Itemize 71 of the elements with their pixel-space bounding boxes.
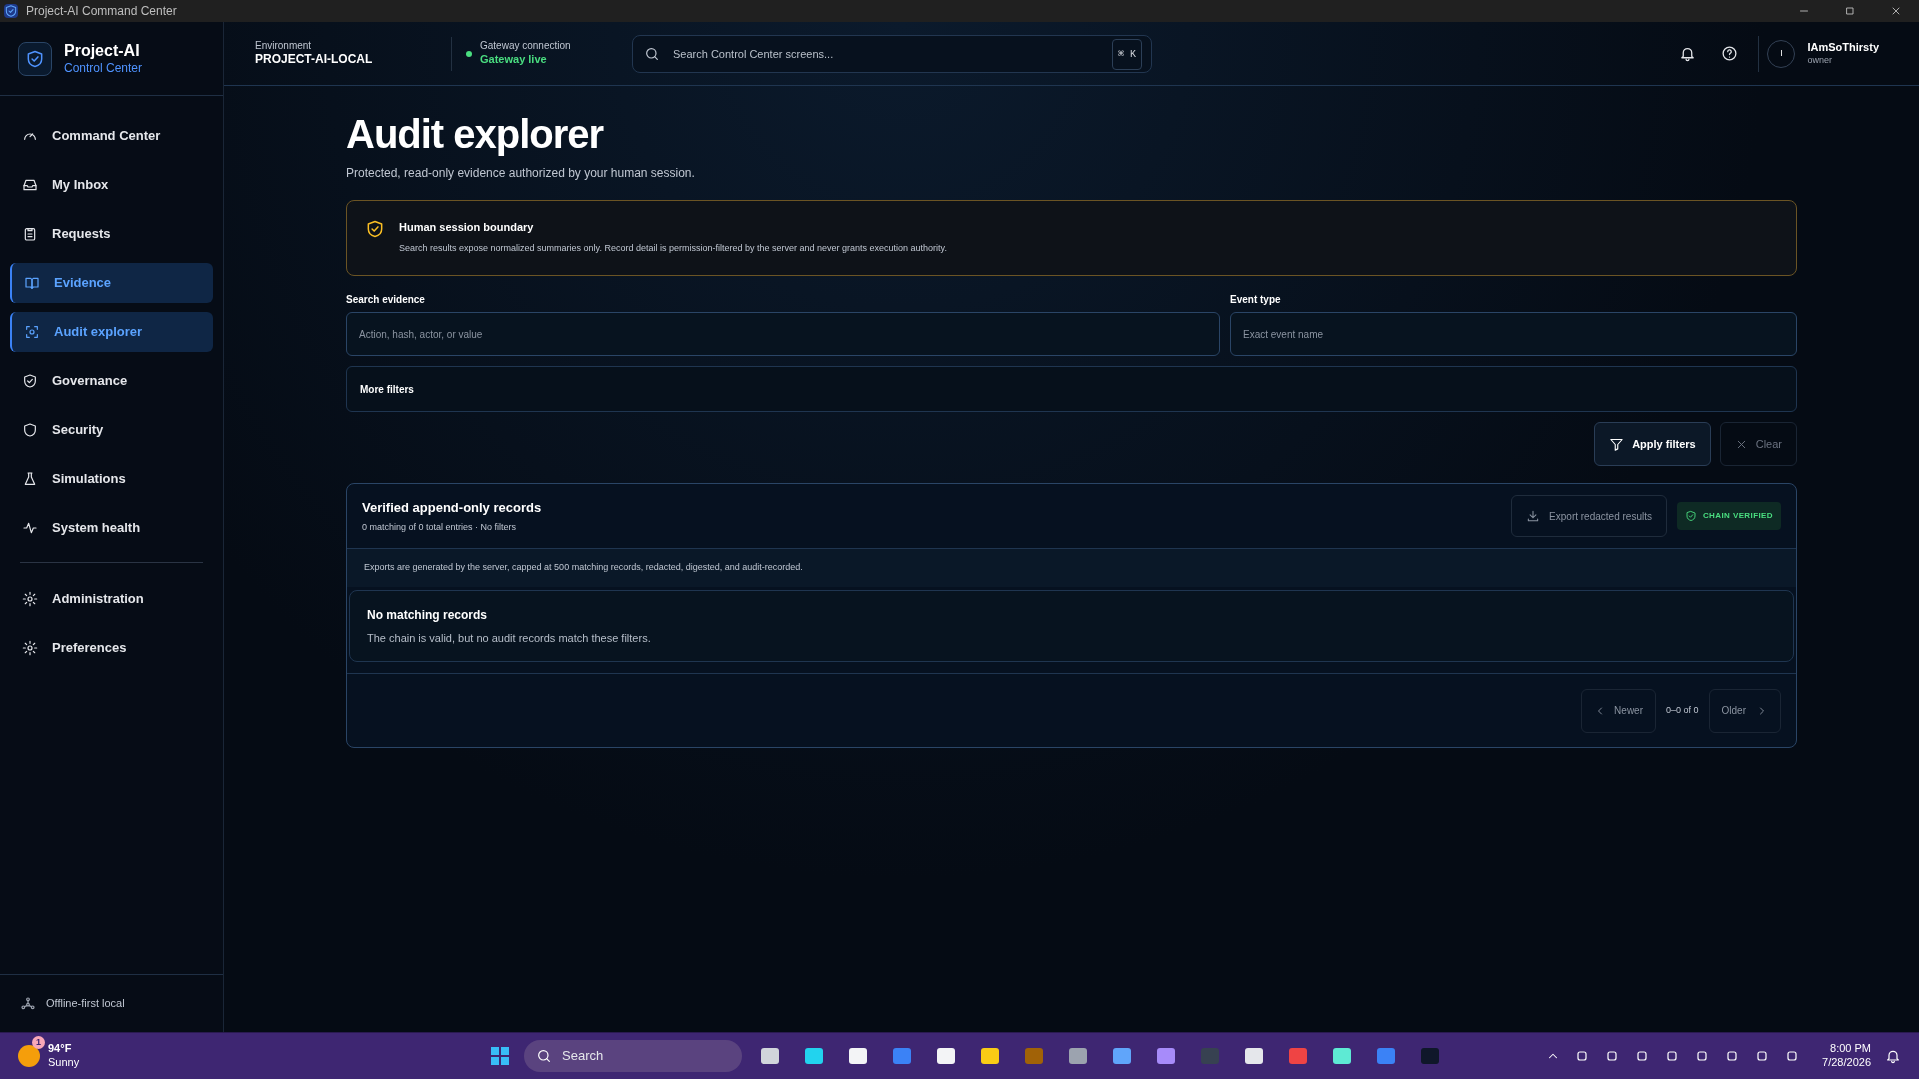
brand-name: Project-AI (64, 41, 141, 61)
bell-icon (1679, 45, 1696, 62)
footer-status: Offline-first local (46, 996, 125, 1012)
clock-date: 7/28/2026 (1822, 1056, 1871, 1070)
sidebar-item[interactable]: Simulations (10, 459, 213, 499)
chain-verified-badge: CHAIN VERIFIED (1676, 502, 1781, 530)
empty-title: No matching records (367, 606, 489, 624)
sun-icon (18, 1045, 40, 1067)
bell-icon (1885, 1048, 1901, 1064)
sidebar-item[interactable]: Security (10, 410, 213, 450)
window-title: Project-AI Command Center (26, 3, 177, 20)
brand-subtitle: Control Center (64, 61, 143, 76)
field-label: Search evidence (346, 293, 426, 307)
user-role: owner (1807, 54, 1833, 66)
shield-check-icon (365, 219, 385, 239)
clear-button[interactable]: Clear (1719, 422, 1797, 466)
sidebar-item[interactable]: Evidence (10, 263, 213, 303)
maximize-icon (1844, 5, 1856, 17)
clipboard-icon (22, 226, 38, 242)
temperature: 94°F (48, 1042, 73, 1056)
weather-condition: Sunny (48, 1056, 80, 1070)
input-field[interactable]: Action, hash, actor, or value (346, 312, 1220, 356)
gateway-label: Gateway connection (480, 40, 571, 53)
flask-icon (22, 471, 38, 487)
input-field[interactable]: Exact event name (1230, 312, 1797, 356)
search-icon (644, 45, 660, 62)
sidebar-item[interactable]: My Inbox (10, 165, 213, 205)
older-button[interactable]: Older (1708, 688, 1781, 733)
download-icon (1526, 509, 1541, 523)
notice-title: Human session boundary (399, 220, 535, 235)
book-icon (24, 275, 40, 291)
newer-button[interactable]: Newer (1581, 688, 1656, 733)
scan-icon (24, 324, 40, 340)
sidebar-item[interactable]: Command Center (10, 116, 213, 156)
shortcut-key: ⌘ K (1111, 38, 1142, 70)
export-button[interactable]: Export redacted results (1511, 495, 1667, 537)
notification-badge: 1 (32, 1036, 45, 1050)
pulse-icon (22, 520, 38, 536)
gateway-status: Gateway live (480, 52, 548, 67)
shield-check-icon (25, 48, 45, 69)
close-icon (1890, 5, 1902, 17)
clock-time: 8:00 PM (1830, 1042, 1871, 1056)
more-filters-toggle[interactable]: More filters (346, 366, 1797, 412)
records-title: Verified append-only records (362, 498, 542, 517)
help-icon (1721, 45, 1738, 62)
environment-label: Environment (255, 39, 313, 53)
apply-filters-button[interactable]: Apply filters (1594, 422, 1711, 466)
field-label: Event type (1230, 293, 1282, 307)
environment-name: PROJECT-AI-LOCAL (255, 52, 374, 68)
user-name: IAmSoThirsty (1807, 41, 1879, 55)
sidebar-item[interactable]: Administration (10, 579, 213, 619)
sidebar-item[interactable]: Requests (10, 214, 213, 254)
page-range: 0–0 of 0 (1666, 703, 1699, 717)
start-icon (488, 1044, 512, 1068)
page-subtitle: Protected, read-only evidence authorized by your human session. (346, 165, 696, 182)
sidebar-item[interactable]: System health (10, 508, 213, 548)
funnel-icon (1609, 436, 1625, 452)
empty-text: The chain is valid, but no audit records match these filters. (367, 630, 652, 646)
search-icon (536, 1048, 552, 1064)
sidebar-item[interactable]: Audit explorer (10, 312, 213, 352)
network-icon (20, 995, 36, 1012)
export-note: Exports are generated by the server, capped at 500 matching records, redacted, digested, and audit-recorded. (347, 549, 1796, 587)
sidebar-item[interactable]: Governance (10, 361, 213, 401)
shield-check-icon (22, 373, 38, 389)
taskbar-search[interactable]: Search (524, 1040, 742, 1072)
sidebar-item[interactable]: Preferences (10, 628, 213, 668)
shield-check-icon (1684, 510, 1697, 522)
records-summary: 0 matching of 0 total entries · No filters (362, 521, 518, 534)
notice-text: Search results expose normalized summaries only. Record detail is permission-filtered by the server and never grants execution authority. (399, 241, 947, 255)
page-title: Audit explorer (346, 111, 605, 158)
inbox-icon (22, 177, 38, 193)
